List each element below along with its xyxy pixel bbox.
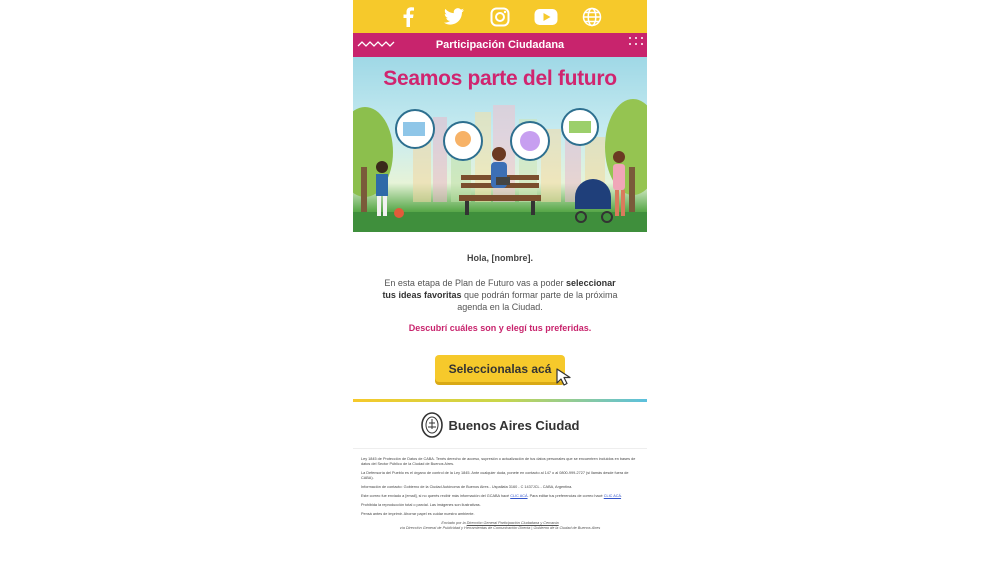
legal-paragraph-1: Ley 1845 de Protección de Datos de CABA.… bbox=[361, 457, 636, 466]
legal-paragraph-2: La Defensoría del Pueblo es el órgano de… bbox=[361, 471, 629, 480]
legal-paragraph-4: Este correo fue enviado a [email], si no… bbox=[361, 494, 639, 499]
legal-4b: . Para editar tus preferencias de correo… bbox=[527, 494, 604, 498]
intro-text: En esta etapa de Plan de Futuro vas a po… bbox=[380, 277, 620, 313]
city-seal-icon bbox=[420, 412, 443, 438]
select-ideas-button[interactable]: Seleccionalas acá bbox=[435, 355, 565, 382]
sent-via: vía Dirección General de Publicidad y He… bbox=[399, 526, 601, 530]
band-title: Participación Ciudadana bbox=[435, 39, 565, 51]
dots-decoration bbox=[629, 37, 643, 45]
twitter-icon[interactable] bbox=[442, 5, 466, 29]
legal-4c: . bbox=[621, 494, 623, 498]
logo-text: Buenos Aires Ciudad bbox=[448, 417, 580, 433]
legal-4a: Este correo fue enviado a [email], si no… bbox=[361, 494, 511, 498]
globe-icon[interactable] bbox=[580, 5, 604, 29]
footer-logo[interactable]: Buenos Aires Ciudad bbox=[353, 402, 647, 449]
unsubscribe-link[interactable]: CLIC ACÁ bbox=[510, 494, 527, 498]
youtube-icon[interactable] bbox=[534, 5, 558, 29]
intro-part-1: En esta etapa de Plan de Futuro vas a po… bbox=[384, 278, 567, 288]
cta-area: Seleccionalas acá bbox=[353, 355, 647, 395]
preferences-link[interactable]: CLIC ACÁ bbox=[604, 494, 621, 498]
discover-text: Descubrí cuáles son y elegí tus preferid… bbox=[408, 323, 592, 333]
hero-banner: Seamos parte del futuro bbox=[353, 57, 647, 232]
section-band: Participación Ciudadana bbox=[353, 33, 647, 57]
legal-paragraph-5: Prohibida la reproducción total o parcia… bbox=[361, 503, 481, 507]
sent-by-org: Dirección General Participación Ciudadan… bbox=[466, 521, 559, 525]
zigzag-decoration bbox=[357, 41, 395, 47]
email-container: Participación Ciudadana Seamos parte del… bbox=[353, 0, 647, 565]
legal-paragraph-6: Pensá antes de imprimir. Ahorrar papel e… bbox=[361, 512, 475, 516]
hero-illustration bbox=[353, 99, 647, 232]
greeting: Hola, [nombre]. bbox=[466, 253, 533, 263]
legal-text: Ley 1845 de Protección de Datos de CABA.… bbox=[353, 449, 647, 531]
instagram-icon[interactable] bbox=[488, 5, 512, 29]
legal-paragraph-3: Información de contacto: Gobierno de la … bbox=[361, 485, 573, 489]
intro-part-2: que podrán formar parte de la próxima ag… bbox=[457, 290, 618, 312]
sent-by: Enviado por la Dirección General Partici… bbox=[361, 521, 639, 531]
facebook-icon[interactable] bbox=[396, 5, 420, 29]
sent-by-prefix: Enviado por la bbox=[441, 521, 467, 525]
pointer-cursor-icon bbox=[556, 368, 571, 386]
social-bar bbox=[353, 0, 647, 33]
